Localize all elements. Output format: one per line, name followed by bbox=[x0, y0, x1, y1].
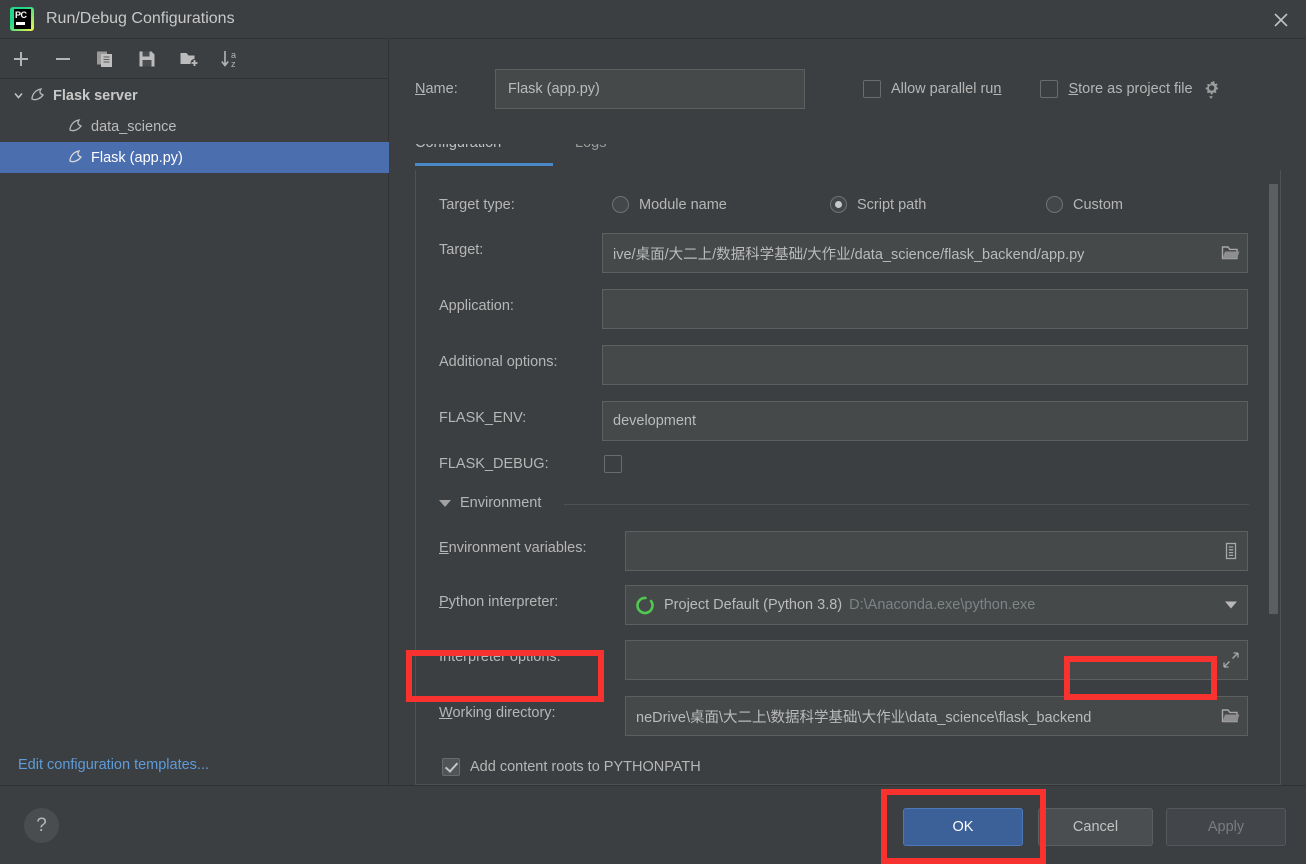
tree-item-label: Flask (app.py) bbox=[91, 149, 183, 166]
application-label: Application: bbox=[439, 298, 514, 314]
edit-configuration-templates-link[interactable]: Edit configuration templates... bbox=[18, 757, 209, 773]
tree-item-label: Flask server bbox=[53, 87, 138, 104]
flask-env-input[interactable]: development bbox=[602, 401, 1248, 441]
remove-configuration-button[interactable] bbox=[42, 40, 84, 78]
name-label: Name: bbox=[415, 81, 458, 97]
python-interpreter-dropdown[interactable]: Project Default (Python 3.8) D:\Anaconda… bbox=[625, 585, 1248, 625]
cancel-button[interactable]: Cancel bbox=[1038, 808, 1153, 846]
window-title: Run/Debug Configurations bbox=[46, 10, 235, 27]
python-env-icon bbox=[636, 596, 654, 614]
configurations-panel: a z Flask server data_science Flask (app… bbox=[0, 38, 389, 785]
radio-circle bbox=[612, 196, 629, 213]
configurations-tree: Flask server data_science Flask (app.py) bbox=[0, 80, 389, 741]
flask-icon bbox=[69, 118, 83, 131]
editor-tabs: Configuration Logs bbox=[415, 144, 1255, 170]
section-divider bbox=[564, 504, 1249, 505]
name-input[interactable] bbox=[495, 69, 805, 109]
working-directory-label: Working directory: bbox=[439, 705, 556, 721]
environment-variables-label: Environment variables: bbox=[439, 540, 587, 556]
tree-item-data-science[interactable]: data_science bbox=[0, 111, 389, 142]
new-folder-button[interactable] bbox=[168, 40, 210, 78]
checkbox-box bbox=[442, 758, 460, 776]
save-configuration-button[interactable] bbox=[126, 40, 168, 78]
python-interpreter-label: Python interpreter: bbox=[439, 594, 559, 610]
environment-variables-input[interactable] bbox=[625, 531, 1248, 571]
tab-logs[interactable]: Logs bbox=[575, 144, 606, 151]
folder-icon[interactable] bbox=[1219, 241, 1243, 265]
radio-script-path[interactable]: Script path bbox=[830, 196, 926, 213]
working-directory-input[interactable]: neDrive\桌面\大二上\数据科学基础\大作业\data_science\f… bbox=[625, 696, 1248, 736]
tab-configuration[interactable]: Configuration bbox=[415, 144, 501, 151]
pycharm-logo-icon: PC bbox=[10, 7, 34, 31]
gear-icon[interactable] bbox=[1201, 78, 1221, 100]
tree-item-flask-app-py[interactable]: Flask (app.py) bbox=[0, 142, 389, 173]
add-content-roots-label: Add content roots to PYTHONPATH bbox=[470, 759, 701, 775]
sort-configurations-button[interactable]: a z bbox=[210, 40, 252, 78]
ok-button[interactable]: OK bbox=[903, 808, 1023, 846]
tree-item-flask-server[interactable]: Flask server bbox=[0, 80, 389, 111]
apply-button[interactable]: Apply bbox=[1166, 808, 1286, 846]
radio-circle bbox=[1046, 196, 1063, 213]
store-as-project-file-checkbox[interactable]: Store as project file bbox=[1040, 80, 1193, 98]
triangle-down-icon bbox=[439, 499, 451, 507]
allow-parallel-run-checkbox[interactable]: Allow parallel run bbox=[863, 80, 1001, 98]
tab-active-indicator bbox=[415, 163, 553, 166]
name-row: Name: Allow parallel run Store as projec… bbox=[415, 69, 1290, 109]
application-input[interactable] bbox=[602, 289, 1248, 329]
radio-label: Script path bbox=[857, 196, 927, 213]
list-edit-icon[interactable] bbox=[1219, 539, 1243, 563]
title-bar: PC Run/Debug Configurations bbox=[0, 0, 1306, 38]
radio-custom[interactable]: Custom bbox=[1046, 196, 1123, 213]
checkbox-box bbox=[1040, 80, 1059, 98]
flask-debug-label: FLASK_DEBUG: bbox=[439, 456, 549, 472]
working-directory-value: neDrive\桌面\大二上\数据科学基础\大作业\data_science\f… bbox=[636, 709, 1092, 726]
scrollbar-thumb[interactable] bbox=[1269, 184, 1278, 614]
environment-section-label: Environment bbox=[460, 495, 542, 511]
target-type-label: Target type: bbox=[439, 197, 515, 213]
checkbox-box bbox=[863, 80, 881, 98]
radio-module-name[interactable]: Module name bbox=[612, 196, 727, 213]
target-value: ive/桌面/大二上/数据科学基础/大作业/data_science/flask… bbox=[613, 246, 1085, 263]
add-content-roots-checkbox[interactable]: Add content roots to PYTHONPATH bbox=[442, 758, 701, 776]
svg-text:z: z bbox=[231, 59, 236, 69]
flask-icon bbox=[31, 87, 45, 100]
allow-parallel-run-label: Allow parallel run bbox=[891, 81, 1002, 97]
target-label: Target: bbox=[439, 242, 484, 258]
radio-label: Custom bbox=[1073, 196, 1123, 213]
interpreter-options-label: Interpreter options: bbox=[439, 649, 561, 665]
flask-icon bbox=[69, 149, 83, 162]
tree-item-label: data_science bbox=[91, 118, 177, 135]
form-scrollbar[interactable] bbox=[1268, 170, 1280, 784]
flask-env-label: FLASK_ENV: bbox=[439, 410, 527, 426]
help-button[interactable]: ? bbox=[24, 808, 59, 843]
configuration-editor-panel: Name: Allow parallel run Store as projec… bbox=[390, 38, 1306, 785]
store-as-project-file-label: Store as project file bbox=[1068, 81, 1193, 97]
checkbox-box bbox=[604, 455, 622, 473]
python-interpreter-value: Project Default (Python 3.8) bbox=[664, 597, 843, 613]
expand-arrows-icon[interactable] bbox=[1219, 648, 1243, 672]
flask-debug-checkbox[interactable] bbox=[604, 455, 622, 478]
environment-section-header[interactable]: Environment bbox=[439, 495, 541, 511]
configuration-form: Target type: Module name Script path Cus… bbox=[415, 170, 1281, 785]
close-icon[interactable] bbox=[1270, 9, 1292, 31]
chevron-down-icon[interactable] bbox=[8, 80, 28, 111]
chevron-down-icon[interactable] bbox=[1225, 601, 1237, 609]
copy-configuration-button[interactable] bbox=[84, 40, 126, 78]
add-configuration-button[interactable] bbox=[0, 40, 42, 78]
target-input[interactable]: ive/桌面/大二上/数据科学基础/大作业/data_science/flask… bbox=[602, 233, 1248, 273]
additional-options-input[interactable] bbox=[602, 345, 1248, 385]
flask-env-value: development bbox=[613, 413, 697, 429]
interpreter-options-input[interactable] bbox=[625, 640, 1248, 680]
folder-icon[interactable] bbox=[1219, 704, 1243, 728]
additional-options-label: Additional options: bbox=[439, 354, 558, 370]
configurations-toolbar: a z bbox=[0, 39, 389, 79]
radio-circle bbox=[830, 196, 847, 213]
python-interpreter-path: D:\Anaconda.exe\python.exe bbox=[849, 597, 1036, 613]
run-debug-configurations-dialog: PC Run/Debug Configurations a z Flask se… bbox=[0, 0, 1306, 864]
radio-label: Module name bbox=[639, 196, 727, 213]
